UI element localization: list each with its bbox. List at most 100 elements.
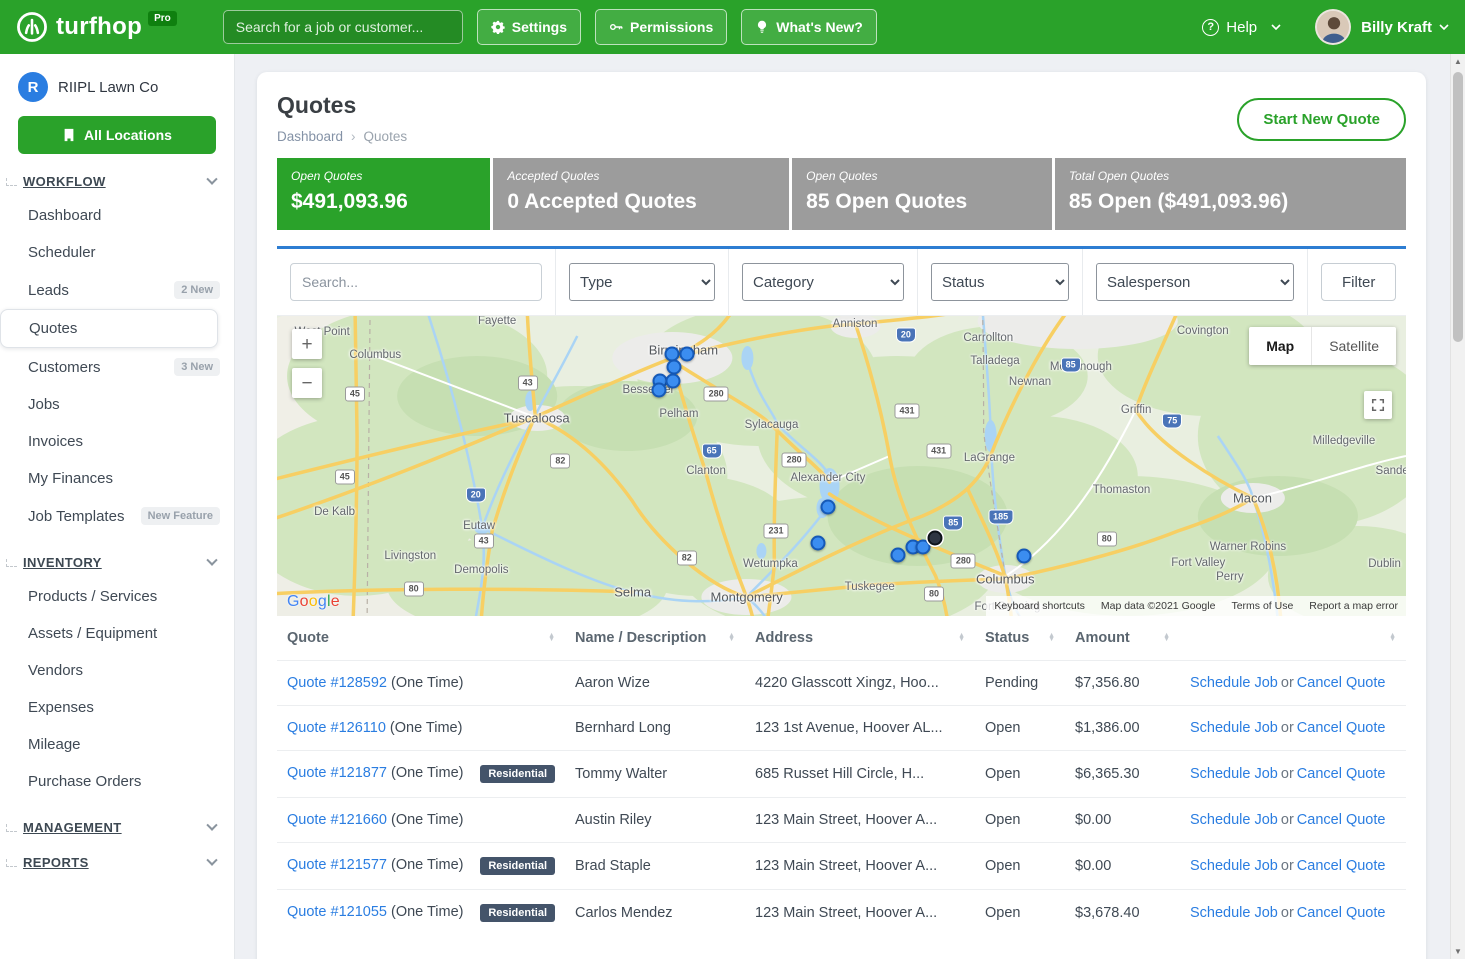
map-marker[interactable] <box>1017 549 1032 564</box>
map-city-label: Griffin <box>1121 404 1151 416</box>
map-marker[interactable] <box>820 499 835 514</box>
quote-type: (One Time) <box>390 720 463 736</box>
global-search-input[interactable] <box>223 10 463 44</box>
brand-logo[interactable]: turfhop Pro <box>16 11 179 43</box>
map-marker[interactable] <box>928 531 943 546</box>
help-menu[interactable]: ? Help <box>1202 19 1281 36</box>
google-logo[interactable]: Google <box>287 593 340 611</box>
sidebar-item-my-finances[interactable]: My Finances <box>0 460 234 497</box>
breadcrumb-dashboard[interactable]: Dashboard <box>277 129 343 144</box>
sidebar-item-job-templates[interactable]: Job TemplatesNew Feature <box>0 497 234 535</box>
sidebar-section-workflow[interactable]: WORKFLOW <box>6 174 224 189</box>
sidebar-item-customers[interactable]: Customers3 New <box>0 348 234 386</box>
quote-link[interactable]: Quote #126110 <box>287 720 386 736</box>
sidebar-item-leads[interactable]: Leads2 New <box>0 271 234 309</box>
map-marker[interactable] <box>666 373 681 388</box>
terms-of-use-link[interactable]: Terms of Use <box>1231 600 1293 612</box>
column-header-quote[interactable]: Quote <box>287 630 329 646</box>
whats-new-button[interactable]: What's New? <box>741 9 877 45</box>
map-zoom-in-button[interactable]: + <box>292 329 322 359</box>
scrollbar-thumb[interactable] <box>1453 72 1463 342</box>
sidebar-item-scheduler[interactable]: Scheduler <box>0 234 234 271</box>
stat-accepted-quotes: Accepted Quotes 0 Accepted Quotes <box>493 158 789 230</box>
map-marker[interactable] <box>890 547 905 562</box>
scroll-down-arrow[interactable]: ▼ <box>1451 944 1465 959</box>
sidebar-item-jobs[interactable]: Jobs <box>0 386 234 423</box>
sidebar-item-mileage[interactable]: Mileage <box>0 726 234 763</box>
quote-link[interactable]: Quote #128592 <box>287 675 387 691</box>
map-marker[interactable] <box>679 346 694 361</box>
schedule-job-link[interactable]: Schedule Job <box>1190 858 1278 874</box>
residential-badge: Residential <box>480 857 555 875</box>
sidebar-section-reports[interactable]: REPORTS <box>6 855 224 870</box>
sidebar-item-quotes[interactable]: Quotes <box>0 309 218 348</box>
cancel-quote-link[interactable]: Cancel Quote <box>1297 905 1386 921</box>
quote-link[interactable]: Quote #121055 <box>287 904 387 920</box>
sort-icon[interactable]: ▲▼ <box>1048 634 1055 642</box>
quotes-map[interactable]: West PointColumbusFayetteBirminghamAnnis… <box>277 316 1406 616</box>
map-city-label: De Kalb <box>314 506 355 518</box>
type-select[interactable]: Type <box>569 263 715 301</box>
quote-link[interactable]: Quote #121877 <box>287 765 387 781</box>
schedule-job-link[interactable]: Schedule Job <box>1190 905 1278 921</box>
window-scrollbar[interactable]: ▲ ▼ <box>1450 54 1465 959</box>
map-city-label: Tuskegee <box>845 581 895 593</box>
column-header-address[interactable]: Address <box>755 630 813 646</box>
map-marker[interactable] <box>651 382 666 397</box>
schedule-job-link[interactable]: Schedule Job <box>1190 675 1278 691</box>
all-locations-button[interactable]: All Locations <box>18 116 216 154</box>
address: 123 Main Street, Hoover A... <box>745 890 975 937</box>
sort-icon[interactable]: ▲▼ <box>728 634 735 642</box>
status-select[interactable]: Status <box>931 263 1069 301</box>
sidebar-item-assets-equipment[interactable]: Assets / Equipment <box>0 615 234 652</box>
cancel-quote-link[interactable]: Cancel Quote <box>1297 812 1386 828</box>
user-name[interactable]: Billy Kraft <box>1361 19 1432 36</box>
salesperson-select[interactable]: Salesperson <box>1096 263 1294 301</box>
map-fullscreen-button[interactable] <box>1364 391 1392 419</box>
user-avatar[interactable] <box>1315 9 1351 45</box>
sort-icon[interactable]: ▲▼ <box>548 634 555 642</box>
sort-icon[interactable]: ▲▼ <box>1163 634 1170 642</box>
cancel-quote-link[interactable]: Cancel Quote <box>1297 858 1386 874</box>
report-map-error-link[interactable]: Report a map error <box>1309 600 1398 612</box>
settings-button[interactable]: Settings <box>477 9 581 45</box>
sort-icon[interactable]: ▲▼ <box>1389 634 1396 642</box>
quote-link[interactable]: Quote #121577 <box>287 857 387 873</box>
start-new-quote-button[interactable]: Start New Quote <box>1237 98 1406 141</box>
column-header-name[interactable]: Name / Description <box>575 630 706 646</box>
sidebar-item-products-services[interactable]: Products / Services <box>0 578 234 615</box>
cancel-quote-link[interactable]: Cancel Quote <box>1297 720 1386 736</box>
sidebar-item-vendors[interactable]: Vendors <box>0 652 234 689</box>
keyboard-shortcuts-link[interactable]: Keyboard shortcuts <box>994 600 1084 612</box>
quotes-search-input[interactable] <box>290 263 542 301</box>
map-zoom-out-button[interactable]: − <box>292 368 322 398</box>
column-header-status[interactable]: Status <box>985 630 1029 646</box>
cancel-quote-link[interactable]: Cancel Quote <box>1297 766 1386 782</box>
map-marker[interactable] <box>810 535 825 550</box>
sort-icon[interactable]: ▲▼ <box>958 634 965 642</box>
map-type-satellite-button[interactable]: Satellite <box>1312 327 1396 365</box>
us-route-shield-icon: 43 <box>518 375 538 390</box>
schedule-job-link[interactable]: Schedule Job <box>1190 812 1278 828</box>
permissions-button[interactable]: Permissions <box>595 9 727 45</box>
filter-button[interactable]: Filter <box>1321 263 1396 301</box>
sidebar-item-invoices[interactable]: Invoices <box>0 423 234 460</box>
schedule-job-link[interactable]: Schedule Job <box>1190 766 1278 782</box>
category-select[interactable]: Category <box>742 263 904 301</box>
sidebar-item-purchase-orders[interactable]: Purchase Orders <box>0 763 234 800</box>
sidebar-section-inventory[interactable]: INVENTORY <box>6 555 224 570</box>
quote-link[interactable]: Quote #121660 <box>287 812 387 828</box>
company-selector[interactable]: R RIIPL Lawn Co <box>0 70 234 116</box>
chevron-down-icon[interactable] <box>1439 24 1449 30</box>
scroll-up-arrow[interactable]: ▲ <box>1451 54 1465 69</box>
sidebar-item-dashboard[interactable]: Dashboard <box>0 197 234 234</box>
cancel-quote-link[interactable]: Cancel Quote <box>1297 675 1386 691</box>
sidebar-section-management[interactable]: MANAGEMENT <box>6 820 224 835</box>
sidebar-item-expenses[interactable]: Expenses <box>0 689 234 726</box>
column-header-amount[interactable]: Amount <box>1075 630 1130 646</box>
map-type-map-button[interactable]: Map <box>1249 327 1312 365</box>
table-header-row: Quote ▲▼ Name / Description ▲▼ Address ▲▼ S… <box>277 616 1406 661</box>
schedule-job-link[interactable]: Schedule Job <box>1190 720 1278 736</box>
tree-branch-icon <box>6 824 17 832</box>
brand-name: turfhop <box>56 13 142 41</box>
